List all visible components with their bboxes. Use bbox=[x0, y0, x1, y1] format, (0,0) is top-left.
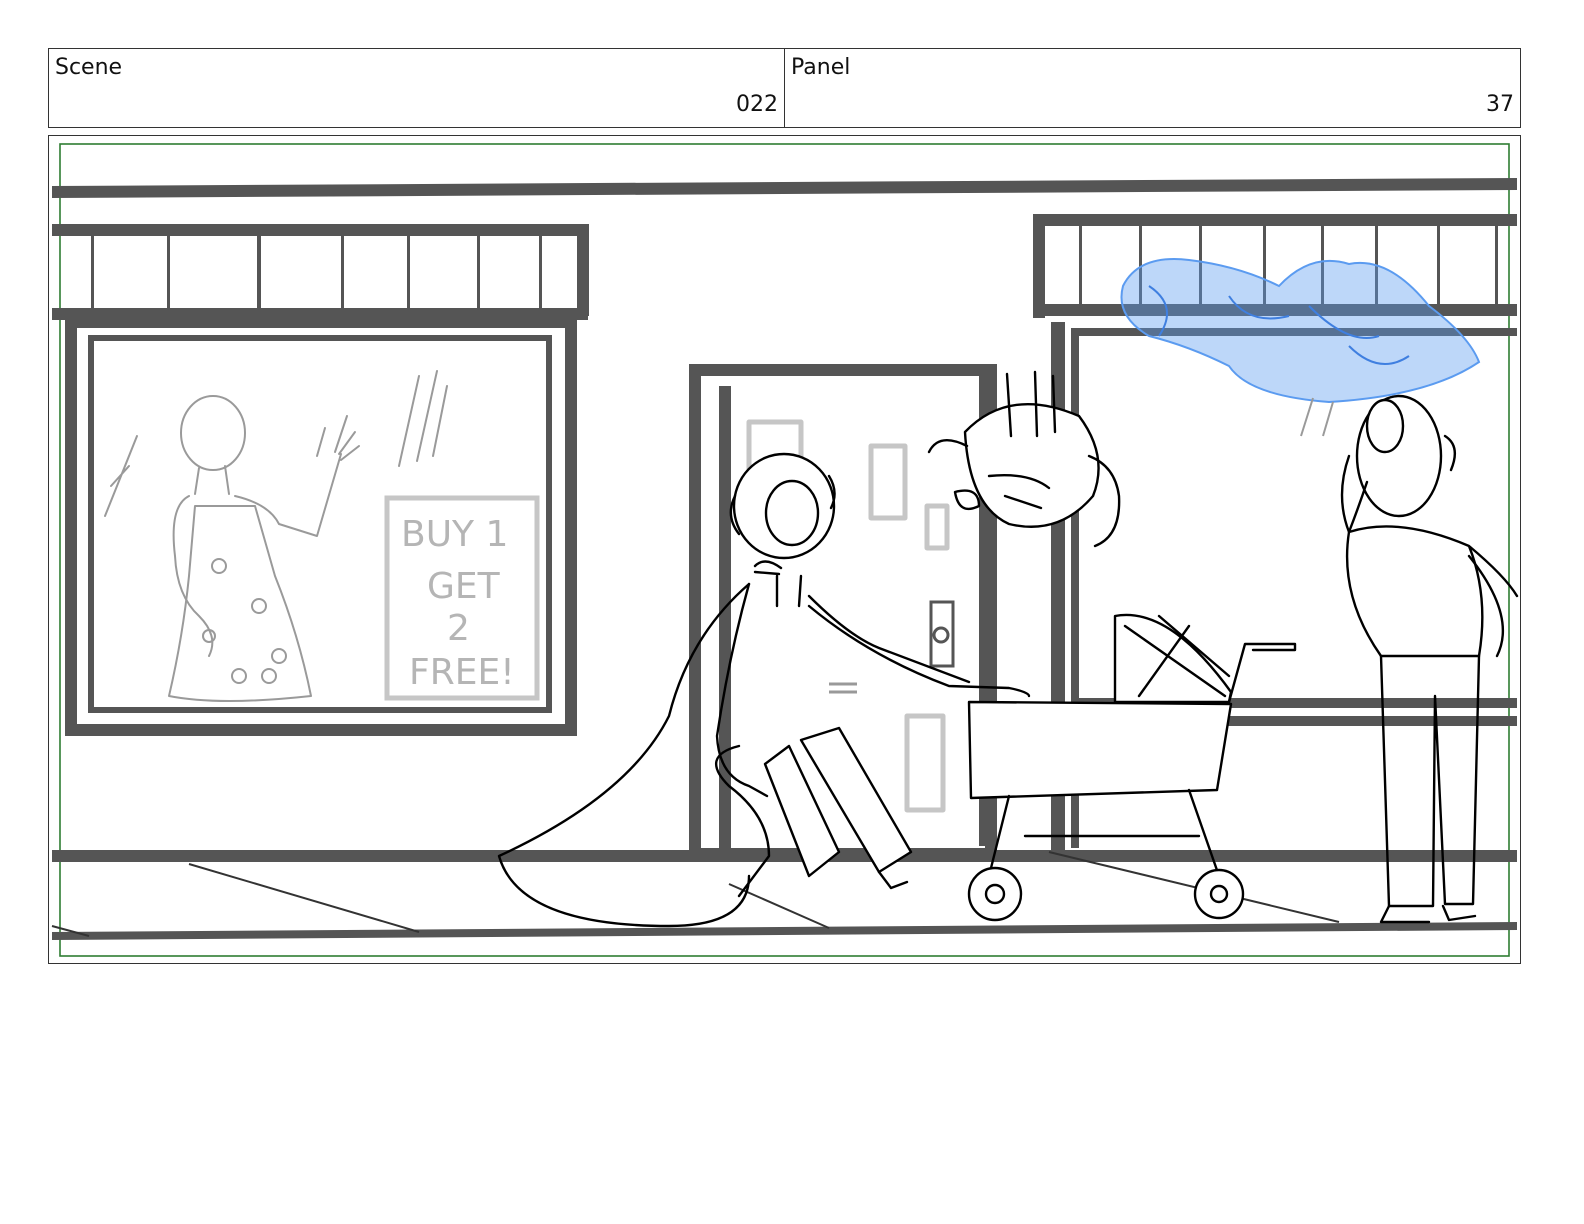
man-on-phone bbox=[1340, 394, 1519, 924]
panel-number: 37 bbox=[1486, 92, 1514, 117]
panel-label: Panel bbox=[791, 55, 851, 80]
storyboard-frame: BUY 1 GET 2 FREE! bbox=[48, 135, 1521, 964]
scene-label: Scene bbox=[55, 55, 123, 80]
scene-number: 022 bbox=[736, 92, 778, 117]
scene-cell: Scene 022 bbox=[49, 49, 785, 127]
panel-cell: Panel 37 bbox=[785, 49, 1520, 127]
sign-line-4: FREE! bbox=[409, 652, 515, 693]
sign-line-1: BUY 1 bbox=[401, 514, 508, 555]
sign-line-3: 2 bbox=[447, 608, 470, 649]
mannequin-sketch bbox=[168, 395, 360, 702]
storyboard-drawing: BUY 1 GET 2 FREE! bbox=[51, 143, 1519, 957]
baby-stroller bbox=[967, 613, 1297, 922]
sidewalk bbox=[51, 850, 1517, 940]
sign-line-2: GET bbox=[427, 566, 501, 607]
startled-bystander bbox=[927, 370, 1121, 548]
building-cornice bbox=[52, 178, 1517, 198]
sale-sign: BUY 1 GET 2 FREE! bbox=[384, 495, 540, 701]
scene-panel-header: Scene 022 Panel 37 bbox=[48, 48, 1521, 128]
left-shop-awning bbox=[52, 224, 589, 320]
